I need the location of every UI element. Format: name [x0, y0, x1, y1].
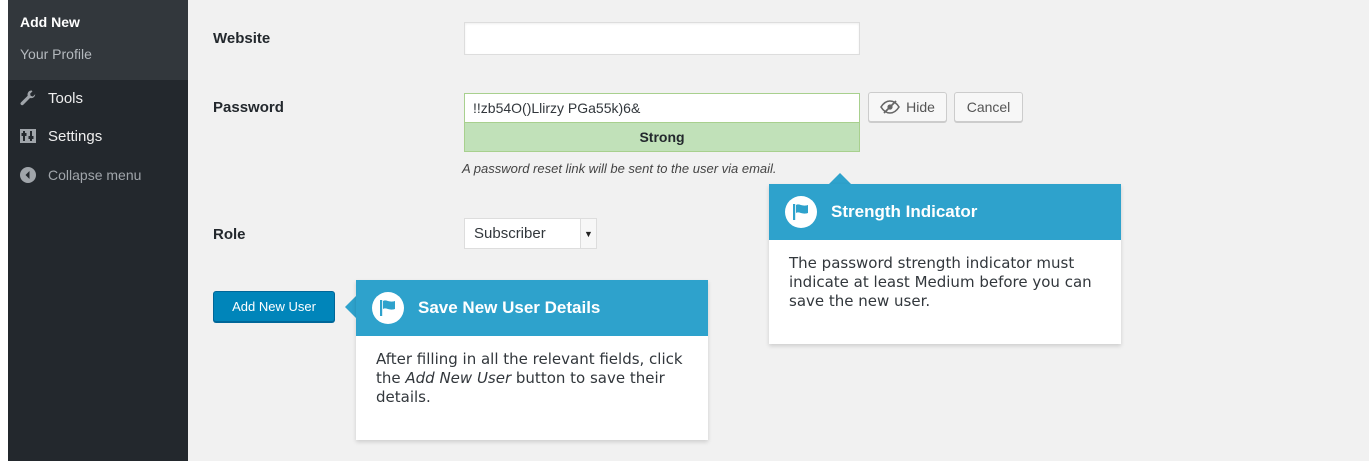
pointer-header: Save New User Details: [356, 280, 708, 336]
pointer-content: The password strength indicator must ind…: [789, 254, 1092, 310]
wrench-icon: [18, 88, 38, 108]
cancel-button[interactable]: Cancel: [954, 92, 1023, 122]
sidebar-item-label: Tools: [48, 89, 84, 107]
sidebar-item-tools[interactable]: Tools: [18, 84, 83, 112]
password-hint: A password reset link will be sent to th…: [462, 161, 777, 176]
website-input[interactable]: [464, 22, 860, 55]
collapse-menu-button[interactable]: Collapse menu: [18, 161, 141, 189]
role-label: Role: [213, 226, 246, 243]
eye-slash-icon: [880, 100, 901, 114]
collapse-arrow-icon: [18, 165, 38, 185]
dropdown-arrow-icon: ▼: [580, 219, 596, 248]
password-strength-indicator: Strong: [464, 123, 860, 152]
hide-label: Hide: [906, 99, 935, 115]
hide-password-button[interactable]: Hide: [868, 92, 947, 122]
pointer-emphasis: Add New User: [405, 369, 512, 387]
window-edge: [0, 0, 8, 461]
role-selected-value: Subscriber: [474, 225, 546, 242]
flag-icon: [785, 196, 817, 228]
pointer-arrow: [345, 296, 356, 318]
pointer-content: After filling in all the relevant fields…: [356, 336, 708, 421]
sidebar-item-label: Collapse menu: [48, 167, 142, 183]
add-user-form: Website Password !!zb54O()Llirzy PGa55k)…: [188, 0, 1369, 461]
admin-sidebar: Add New Your Profile Tools Settings Coll…: [8, 0, 188, 461]
sidebar-item-settings[interactable]: Settings: [18, 122, 102, 150]
settings-icon: [18, 126, 38, 146]
role-select[interactable]: Subscriber ▼: [464, 218, 597, 249]
save-user-pointer: Save New User Details After filling in a…: [356, 280, 708, 440]
password-input[interactable]: !!zb54O()Llirzy PGa55k)6&: [464, 93, 860, 123]
add-new-user-button[interactable]: Add New User: [213, 291, 335, 322]
strength-indicator-pointer: Strength Indicator The password strength…: [769, 184, 1121, 344]
pointer-title: Save New User Details: [418, 298, 601, 317]
website-label: Website: [213, 30, 271, 47]
users-submenu: Add New Your Profile: [8, 0, 188, 80]
pointer-title: Strength Indicator: [831, 202, 978, 221]
sidebar-item-label: Settings: [48, 127, 103, 145]
flag-icon: [372, 292, 404, 324]
pointer-arrow: [829, 173, 851, 184]
submenu-item-your-profile[interactable]: Your Profile: [20, 46, 92, 62]
password-label: Password: [213, 99, 284, 116]
pointer-header: Strength Indicator: [769, 184, 1121, 240]
submenu-item-add-new[interactable]: Add New: [20, 14, 80, 30]
